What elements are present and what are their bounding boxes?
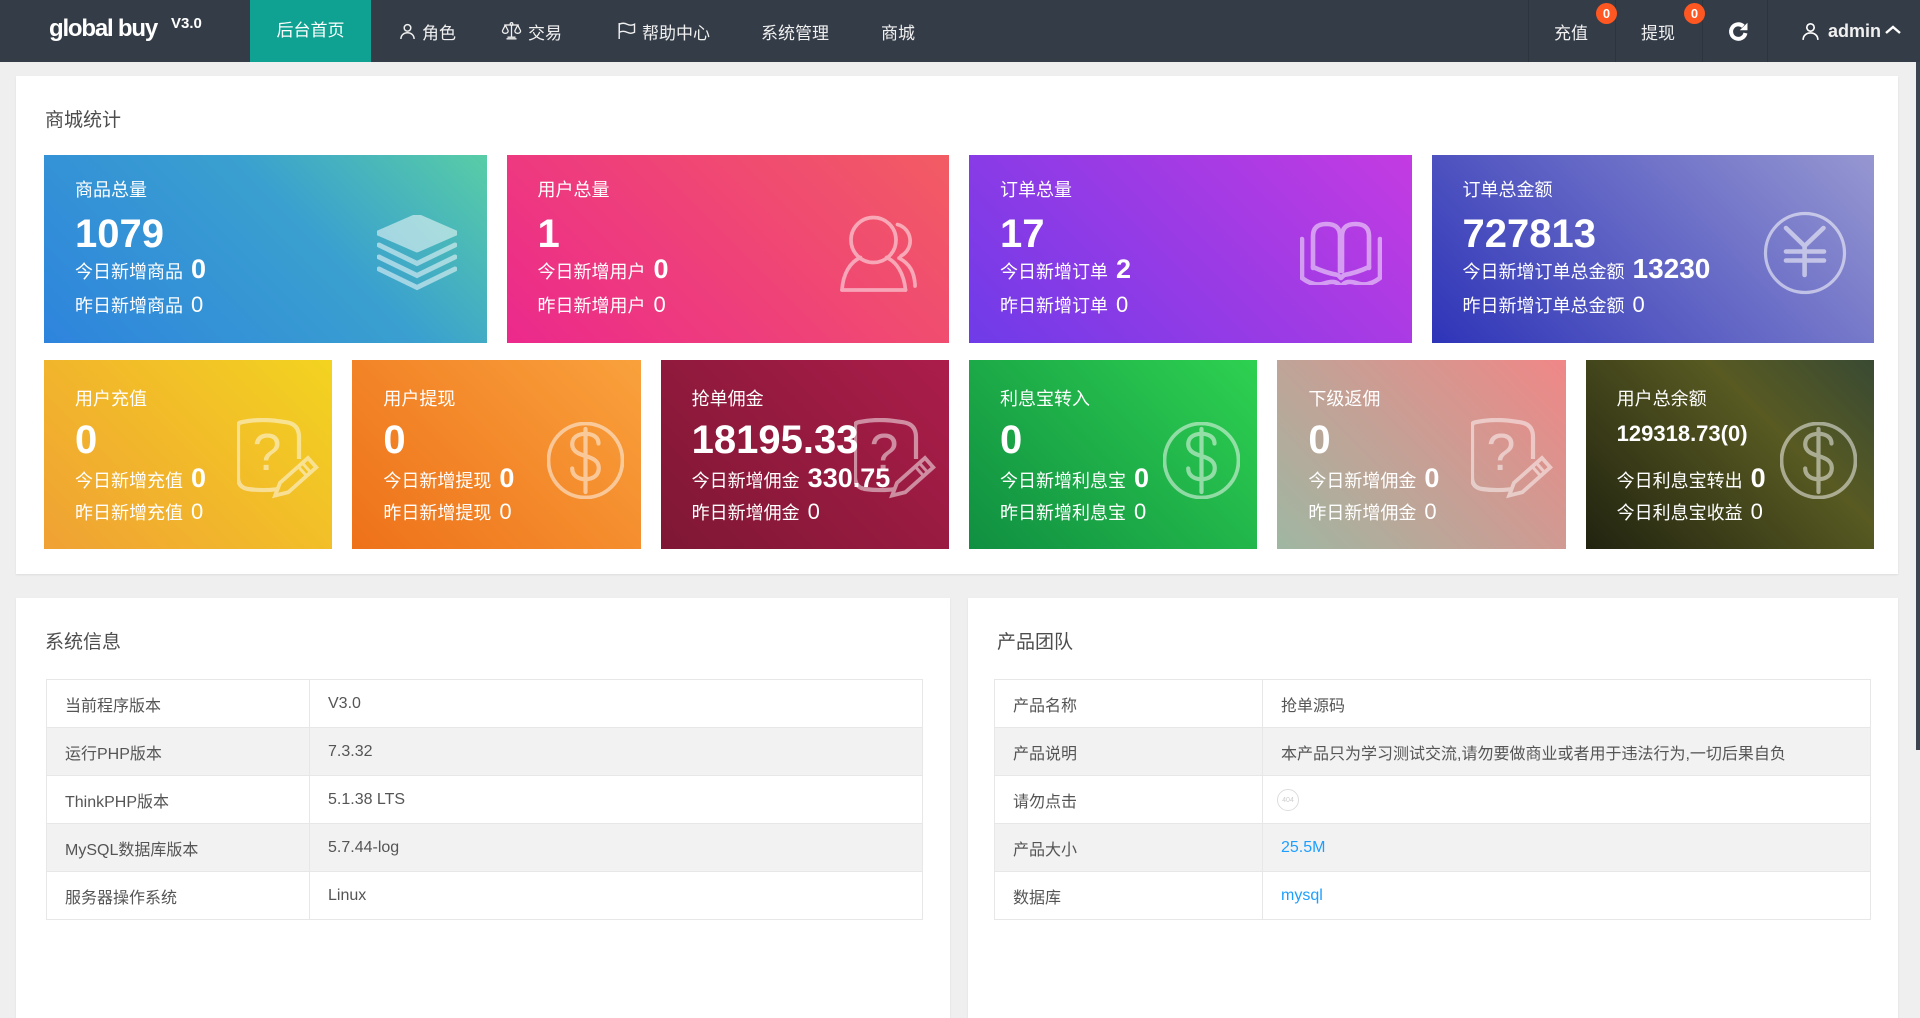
svg-text:?: ? [253, 424, 282, 482]
svg-text:?: ? [1486, 424, 1515, 482]
svg-text:?: ? [870, 424, 899, 482]
